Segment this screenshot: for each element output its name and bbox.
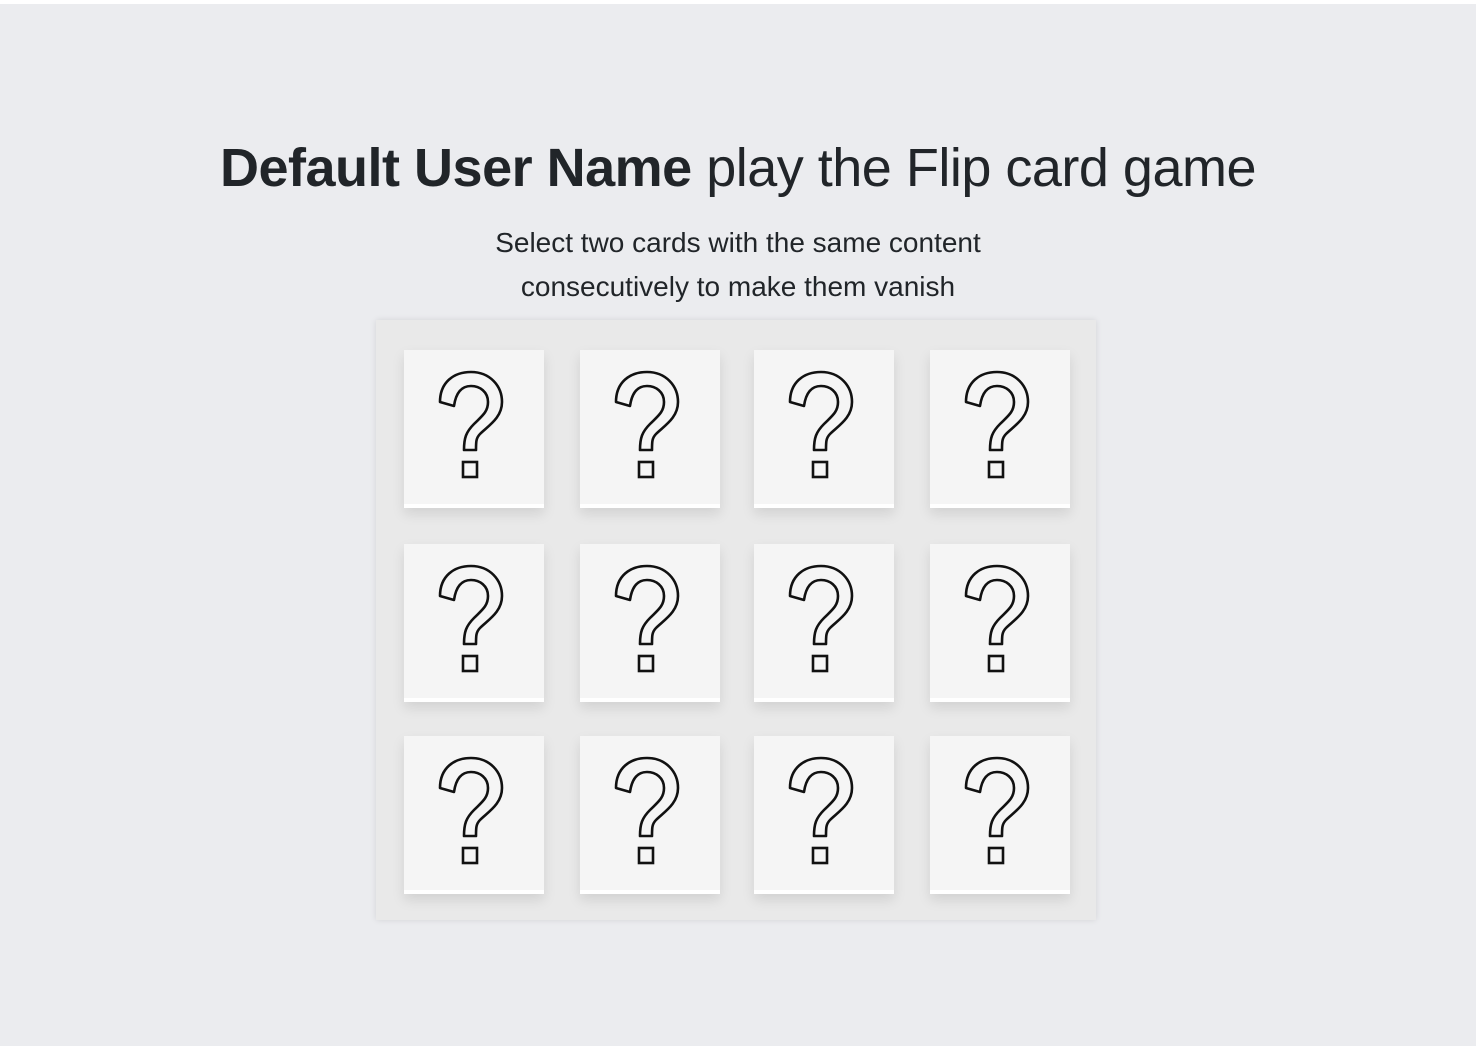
question-mark-icon <box>614 756 680 865</box>
page-background: Default User Name play the Flip card gam… <box>0 4 1476 1046</box>
question-mark-icon <box>438 564 504 673</box>
question-mark-icon <box>438 756 504 865</box>
instructions: Select two cards with the same content co… <box>438 221 1038 309</box>
card-12[interactable] <box>930 736 1070 894</box>
question-mark-icon <box>788 564 854 673</box>
title-rest: play the Flip card game <box>691 138 1256 198</box>
card-5[interactable] <box>404 544 544 702</box>
card-4[interactable] <box>930 350 1070 508</box>
question-mark-icon <box>788 370 854 479</box>
question-mark-icon <box>964 756 1030 865</box>
card-2[interactable] <box>580 350 720 508</box>
instructions-line-1: Select two cards with the same content <box>495 227 981 258</box>
instructions-line-2: consecutively to make them vanish <box>520 271 956 302</box>
card-3[interactable] <box>754 350 894 508</box>
card-6[interactable] <box>580 544 720 702</box>
question-mark-icon <box>614 370 680 479</box>
question-mark-icon <box>964 370 1030 479</box>
question-mark-icon <box>964 564 1030 673</box>
card-1[interactable] <box>404 350 544 508</box>
card-board <box>376 320 1096 920</box>
question-mark-icon <box>438 370 504 479</box>
card-9[interactable] <box>404 736 544 894</box>
card-11[interactable] <box>754 736 894 894</box>
card-10[interactable] <box>580 736 720 894</box>
question-mark-icon <box>614 564 680 673</box>
card-7[interactable] <box>754 544 894 702</box>
page-title: Default User Name play the Flip card gam… <box>0 136 1476 200</box>
question-mark-icon <box>788 756 854 865</box>
card-8[interactable] <box>930 544 1070 702</box>
username: Default User Name <box>220 138 692 198</box>
